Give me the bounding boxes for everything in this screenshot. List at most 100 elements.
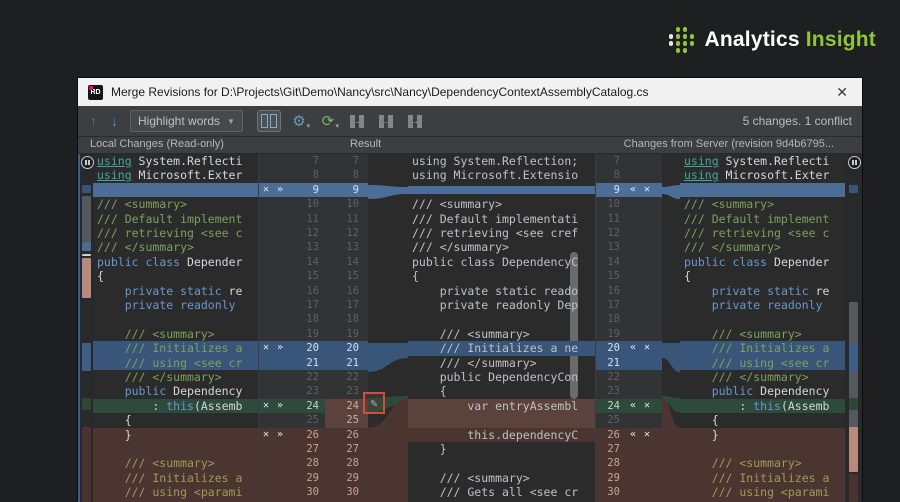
right-line-number: 28 [596,456,626,470]
code-line: /// retrieving <see c [680,226,845,240]
apply-non-conflicting-right-icon[interactable]: ← [375,111,397,131]
change-action-icons [626,312,660,326]
merge-toolbar: ↑ ↓ Highlight words ▼ ⚙▾ ⟳▾ → ← ↔ 5 chan… [78,106,862,137]
code-line: private static reado [408,284,595,298]
change-action-icons [259,212,293,226]
gutter-row: 14 [596,255,663,269]
analytics-insight-logo: Analytics Insight [668,26,876,54]
change-action-icons [259,356,293,370]
right-line-number: 27 [596,442,626,456]
change-action-icons[interactable]: « ✕ [626,183,660,197]
window-titlebar: RD Merge Revisions for D:\Projects\Git\D… [78,78,862,106]
gutter-row: 19 [596,327,663,341]
settings-gear-icon[interactable]: ⚙ ▾ [288,111,310,131]
left-line-number: 13 [293,240,325,254]
code-line: /// Initializes a [680,471,845,485]
diff-marker [82,398,91,410]
code-line: /// Default implementati [408,212,595,226]
change-action-icons[interactable]: « ✕ [626,399,660,413]
code-line: } [680,428,845,442]
code-line: /// <summary> [680,327,845,341]
highlight-mode-dropdown[interactable]: Highlight words ▼ [130,110,243,132]
pane-headers: Local Changes (Read-only) Result Changes… [78,137,862,154]
change-action-icons[interactable]: « ✕ [626,341,660,355]
right-line-number: 13 [596,240,626,254]
change-action-icons[interactable]: « ✕ [626,428,660,442]
code-line [408,456,595,470]
apply-all-non-conflicting-icon[interactable]: ⟳ ▾ [317,111,339,131]
gutter-row: 1212 [259,226,369,240]
apply-non-conflicting-left-icon[interactable]: → [346,111,368,131]
logo-text: Analytics Insight [705,28,876,52]
change-action-icons[interactable]: ✕ » [259,399,293,413]
next-change-button[interactable]: ↓ [109,113,120,129]
resolve-conflict-wand-icon[interactable]: ✎ [363,392,385,414]
gutter-row: 9« ✕ [596,183,663,197]
logo-text-primary: Analytics [705,28,800,51]
result-line-number: 19 [325,327,369,341]
code-line: { [680,413,845,427]
change-action-icons [626,154,660,168]
gutter-row: 2727 [259,442,369,456]
result-line-number: 21 [325,356,369,370]
left-line-number: 10 [293,197,325,211]
code-line: /// retrieving <see c [93,226,258,240]
code-line: /// Default implement [93,212,258,226]
pause-highlighting-icon-right[interactable] [848,156,861,169]
right-line-number: 9 [596,183,626,197]
code-line: public class DependencyC [408,255,595,269]
code-line [680,312,845,326]
server-changes-editor[interactable]: using System.Reflectiusing Microsoft.Ext… [680,154,845,502]
left-line-number: 25 [293,413,325,427]
change-action-icons [259,384,293,398]
right-line-number: 14 [596,255,626,269]
gutter-row: 23 [596,384,663,398]
toolbar-icon-group: ⚙ ▾ ⟳ ▾ → ← ↔ [257,110,426,132]
rider-app-icon: RD [88,85,103,100]
left-line-number: 28 [293,456,325,470]
change-action-icons[interactable]: ✕ » [259,183,293,197]
code-line: /// retrieving <see cref [408,226,595,240]
code-line: var entryAssembl [408,399,595,413]
change-action-icons [259,485,293,499]
code-line [93,183,258,197]
previous-change-button[interactable]: ↑ [88,113,99,129]
change-action-icons[interactable]: ✕ » [259,428,293,442]
code-line: /// <summary> [680,456,845,470]
diff-marker [849,474,858,502]
diff-marker [849,185,858,193]
gutter-row: 30 [596,485,663,499]
code-line [680,442,845,456]
code-line: public DependencyCon [408,370,595,384]
gutter-row: 21 [596,356,663,370]
local-changes-editor[interactable]: using System.Reflectiusing Microsoft.Ext… [93,154,258,502]
left-line-number: 24 [293,399,325,413]
resolve-simple-conflicts-icon[interactable]: ↔ [404,111,426,131]
left-line-number: 16 [293,284,325,298]
gutter-row: 3030 [259,485,369,499]
gutter-row: 1111 [259,212,369,226]
code-line [408,183,595,197]
code-line: /// using <parami [93,485,258,499]
change-action-icons[interactable]: ✕ » [259,341,293,355]
code-line: /// </summary> [408,240,595,254]
right-line-number: 18 [596,312,626,326]
right-scroll-marker-strip[interactable] [845,154,862,502]
left-line-number: 18 [293,312,325,326]
change-action-icons [626,284,660,298]
close-icon[interactable]: ✕ [832,85,852,99]
right-line-number: 16 [596,284,626,298]
result-editor[interactable]: using System.Reflection;using Microsoft.… [408,154,595,502]
merge-revisions-window: RD Merge Revisions for D:\Projects\Git\D… [78,78,862,500]
change-action-icons [626,212,660,226]
right-line-number: 26 [596,428,626,442]
result-line-number: 25 [325,413,369,427]
gutter-row: 8 [596,168,663,182]
gutter-row: 16 [596,284,663,298]
side-by-side-viewer-toggle-icon[interactable] [257,110,281,132]
gutter-row: 26« ✕ [596,428,663,442]
left-line-number: 9 [293,183,325,197]
code-line: } [93,428,258,442]
change-action-icons [626,471,660,485]
pause-highlighting-icon-left[interactable] [81,156,94,169]
